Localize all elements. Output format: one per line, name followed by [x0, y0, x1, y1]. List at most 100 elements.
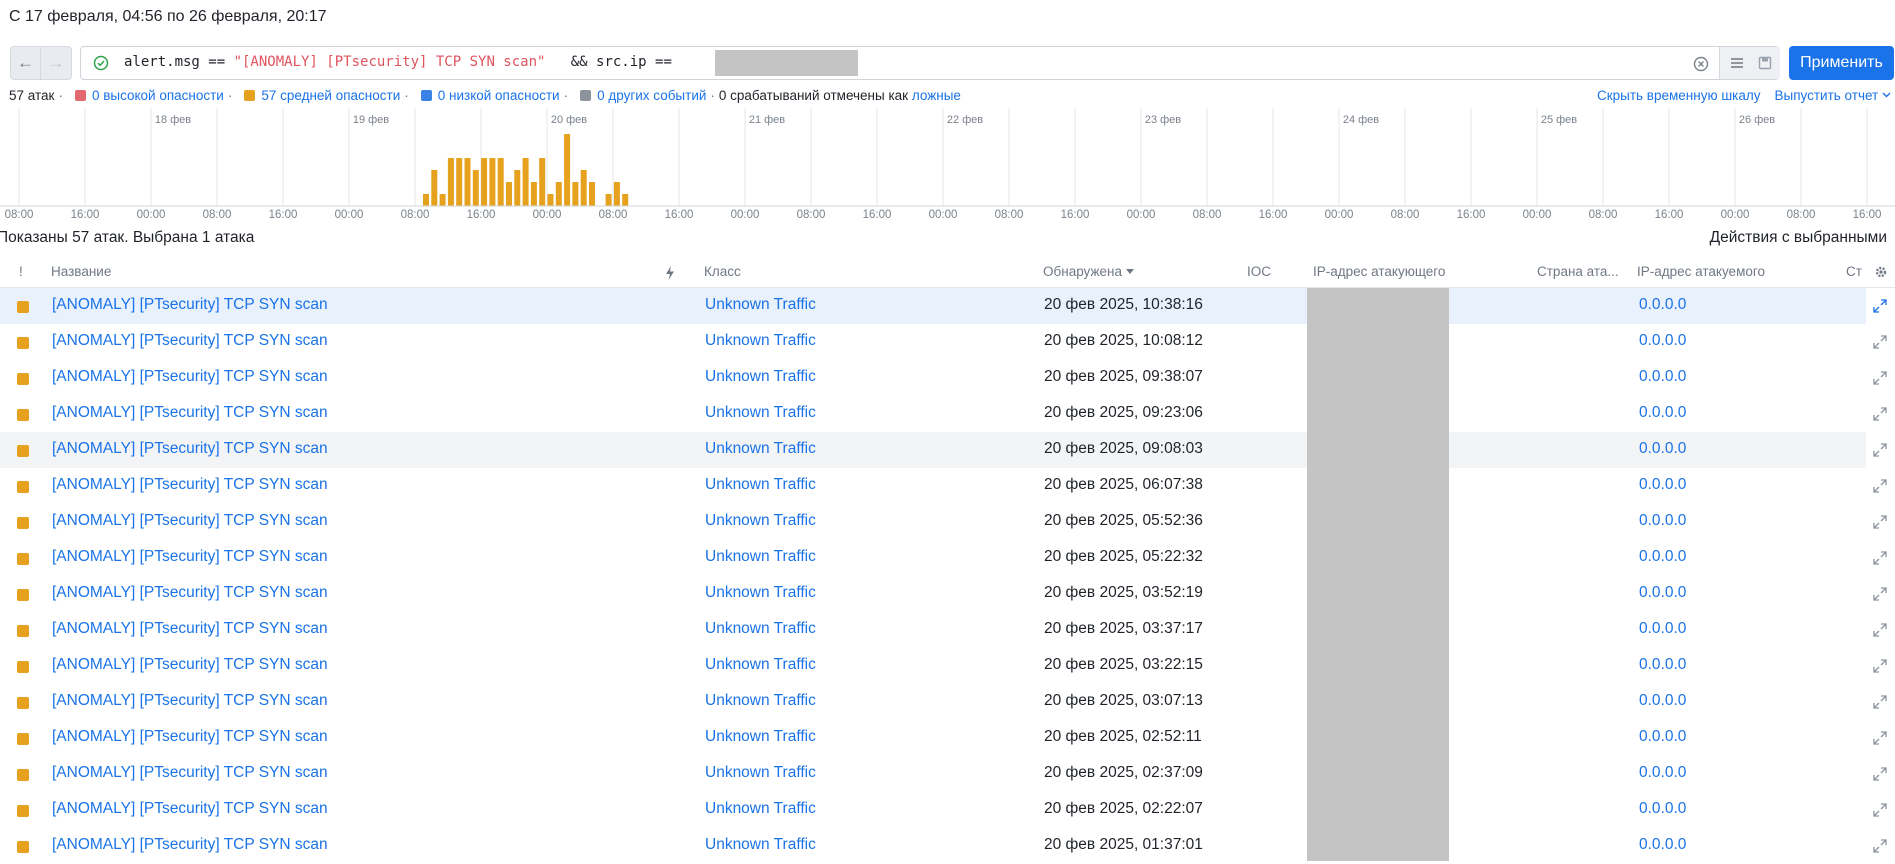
col-class[interactable]: Класс: [704, 264, 741, 279]
dst-ip-link[interactable]: 0.0.0.0: [1639, 728, 1686, 746]
attack-name-link[interactable]: [ANOMALY] [PTsecurity] TCP SYN scan: [52, 692, 328, 710]
table-row[interactable]: [ANOMALY] [PTsecurity] TCP SYN scan Unkno…: [0, 612, 1887, 648]
table-row[interactable]: [ANOMALY] [PTsecurity] TCP SYN scan Unkno…: [0, 360, 1887, 396]
false-positive-link[interactable]: ложные: [912, 88, 961, 103]
dst-ip-link[interactable]: 0.0.0.0: [1639, 440, 1686, 458]
expand-icon[interactable]: [1873, 371, 1887, 385]
table-row[interactable]: [ANOMALY] [PTsecurity] TCP SYN scan Unkno…: [0, 648, 1887, 684]
save-icon[interactable]: [1758, 56, 1772, 70]
timeline-bar[interactable]: [555, 182, 562, 206]
lightning-icon[interactable]: [665, 266, 675, 280]
attack-class-link[interactable]: Unknown Traffic: [705, 728, 816, 746]
attack-name-link[interactable]: [ANOMALY] [PTsecurity] TCP SYN scan: [52, 512, 328, 530]
timeline-bar[interactable]: [456, 158, 463, 206]
expand-icon[interactable]: [1873, 407, 1887, 421]
expand-icon[interactable]: [1873, 515, 1887, 529]
dst-ip-link[interactable]: 0.0.0.0: [1639, 764, 1686, 782]
timeline-bar[interactable]: [522, 158, 529, 206]
attack-name-link[interactable]: [ANOMALY] [PTsecurity] TCP SYN scan: [52, 620, 328, 638]
timeline-bar[interactable]: [489, 158, 496, 206]
col-severity[interactable]: !: [19, 264, 23, 279]
attack-name-link[interactable]: [ANOMALY] [PTsecurity] TCP SYN scan: [52, 296, 328, 314]
table-row[interactable]: [ANOMALY] [PTsecurity] TCP SYN scan Unkno…: [0, 432, 1887, 468]
dst-ip-link[interactable]: 0.0.0.0: [1639, 404, 1686, 422]
attack-name-link[interactable]: [ANOMALY] [PTsecurity] TCP SYN scan: [52, 800, 328, 818]
expand-icon[interactable]: [1873, 335, 1887, 349]
attack-class-link[interactable]: Unknown Traffic: [705, 476, 816, 494]
timeline-bar[interactable]: [472, 170, 479, 206]
gear-icon[interactable]: [1874, 265, 1888, 279]
attack-name-link[interactable]: [ANOMALY] [PTsecurity] TCP SYN scan: [52, 476, 328, 494]
col-src-ip[interactable]: IP-адрес атакующего: [1313, 264, 1445, 279]
timeline-bar[interactable]: [481, 158, 488, 206]
timeline-bar[interactable]: [530, 182, 537, 206]
timeline-bar[interactable]: [564, 134, 571, 206]
table-row[interactable]: [ANOMALY] [PTsecurity] TCP SYN scan Unkno…: [0, 540, 1887, 576]
attack-class-link[interactable]: Unknown Traffic: [705, 548, 816, 566]
col-detected[interactable]: Обнаружена: [1043, 264, 1134, 279]
timeline-bar[interactable]: [547, 194, 554, 206]
table-row[interactable]: [ANOMALY] [PTsecurity] TCP SYN scan Unkno…: [0, 828, 1887, 864]
dst-ip-link[interactable]: 0.0.0.0: [1639, 368, 1686, 386]
dst-ip-link[interactable]: 0.0.0.0: [1639, 332, 1686, 350]
timeline-bar[interactable]: [613, 182, 620, 206]
list-icon[interactable]: [1730, 57, 1744, 69]
dst-ip-link[interactable]: 0.0.0.0: [1639, 584, 1686, 602]
other-events-link[interactable]: 0 других событий: [597, 88, 706, 103]
period-label[interactable]: С 17 февраля, 04:56 по 26 февраля, 20:17: [9, 8, 327, 26]
attack-name-link[interactable]: [ANOMALY] [PTsecurity] TCP SYN scan: [52, 836, 328, 854]
timeline-chart[interactable]: 18 фев 19 фев 20 фев 21 фев 22 фев 23 фев 24 ф…: [0, 108, 1895, 228]
medium-severity-link[interactable]: 57 средней опасности: [261, 88, 400, 103]
dst-ip-link[interactable]: 0.0.0.0: [1639, 836, 1686, 854]
timeline-bar[interactable]: [514, 170, 521, 206]
back-button[interactable]: ←: [10, 46, 41, 80]
forward-button[interactable]: →: [41, 46, 72, 80]
expand-icon[interactable]: [1873, 479, 1887, 493]
table-row[interactable]: [ANOMALY] [PTsecurity] TCP SYN scan Unkno…: [0, 720, 1887, 756]
expand-icon[interactable]: [1873, 551, 1887, 565]
attack-class-link[interactable]: Unknown Traffic: [705, 440, 816, 458]
attack-name-link[interactable]: [ANOMALY] [PTsecurity] TCP SYN scan: [52, 728, 328, 746]
attack-class-link[interactable]: Unknown Traffic: [705, 512, 816, 530]
timeline-bar[interactable]: [497, 158, 504, 206]
col-src-country[interactable]: Страна ата...: [1537, 264, 1619, 279]
table-row[interactable]: [ANOMALY] [PTsecurity] TCP SYN scan Unkno…: [0, 288, 1887, 324]
attack-class-link[interactable]: Unknown Traffic: [705, 692, 816, 710]
actions-with-selected[interactable]: Действия с выбранными: [1710, 229, 1887, 247]
table-row[interactable]: [ANOMALY] [PTsecurity] TCP SYN scan Unkno…: [0, 396, 1887, 432]
attack-class-link[interactable]: Unknown Traffic: [705, 764, 816, 782]
table-row[interactable]: [ANOMALY] [PTsecurity] TCP SYN scan Unkno…: [0, 468, 1887, 504]
attack-class-link[interactable]: Unknown Traffic: [705, 620, 816, 638]
low-severity-link[interactable]: 0 низкой опасности: [438, 88, 560, 103]
dst-ip-link[interactable]: 0.0.0.0: [1639, 476, 1686, 494]
table-row[interactable]: [ANOMALY] [PTsecurity] TCP SYN scan Unkno…: [0, 792, 1887, 828]
timeline-bar[interactable]: [589, 182, 595, 206]
high-severity-link[interactable]: 0 высокой опасности: [92, 88, 224, 103]
timeline-bar[interactable]: [572, 182, 579, 206]
attack-name-link[interactable]: [ANOMALY] [PTsecurity] TCP SYN scan: [52, 764, 328, 782]
timeline-bar[interactable]: [539, 158, 546, 206]
attack-class-link[interactable]: Unknown Traffic: [705, 656, 816, 674]
timeline-bar[interactable]: [622, 194, 629, 206]
expand-icon[interactable]: [1873, 803, 1887, 817]
apply-button[interactable]: Применить: [1789, 46, 1894, 80]
attack-name-link[interactable]: [ANOMALY] [PTsecurity] TCP SYN scan: [52, 404, 328, 422]
timeline-bar[interactable]: [447, 158, 454, 206]
dst-ip-link[interactable]: 0.0.0.0: [1639, 548, 1686, 566]
attack-name-link[interactable]: [ANOMALY] [PTsecurity] TCP SYN scan: [52, 548, 328, 566]
attack-class-link[interactable]: Unknown Traffic: [705, 368, 816, 386]
dst-ip-link[interactable]: 0.0.0.0: [1639, 620, 1686, 638]
table-row[interactable]: [ANOMALY] [PTsecurity] TCP SYN scan Unkno…: [0, 324, 1887, 360]
col-ioc[interactable]: IOC: [1247, 264, 1271, 279]
hide-timeline-link[interactable]: Скрыть временную шкалу: [1597, 88, 1761, 103]
dst-ip-link[interactable]: 0.0.0.0: [1639, 512, 1686, 530]
col-more[interactable]: Ст: [1846, 264, 1862, 279]
dst-ip-link[interactable]: 0.0.0.0: [1639, 656, 1686, 674]
col-dst-ip[interactable]: IP-адрес атакуемого: [1637, 264, 1765, 279]
attack-name-link[interactable]: [ANOMALY] [PTsecurity] TCP SYN scan: [52, 584, 328, 602]
timeline-bar[interactable]: [506, 182, 512, 206]
table-row[interactable]: [ANOMALY] [PTsecurity] TCP SYN scan Unkno…: [0, 576, 1887, 612]
attack-name-link[interactable]: [ANOMALY] [PTsecurity] TCP SYN scan: [52, 656, 328, 674]
expand-icon[interactable]: [1873, 695, 1887, 709]
timeline-bar[interactable]: [580, 170, 587, 206]
